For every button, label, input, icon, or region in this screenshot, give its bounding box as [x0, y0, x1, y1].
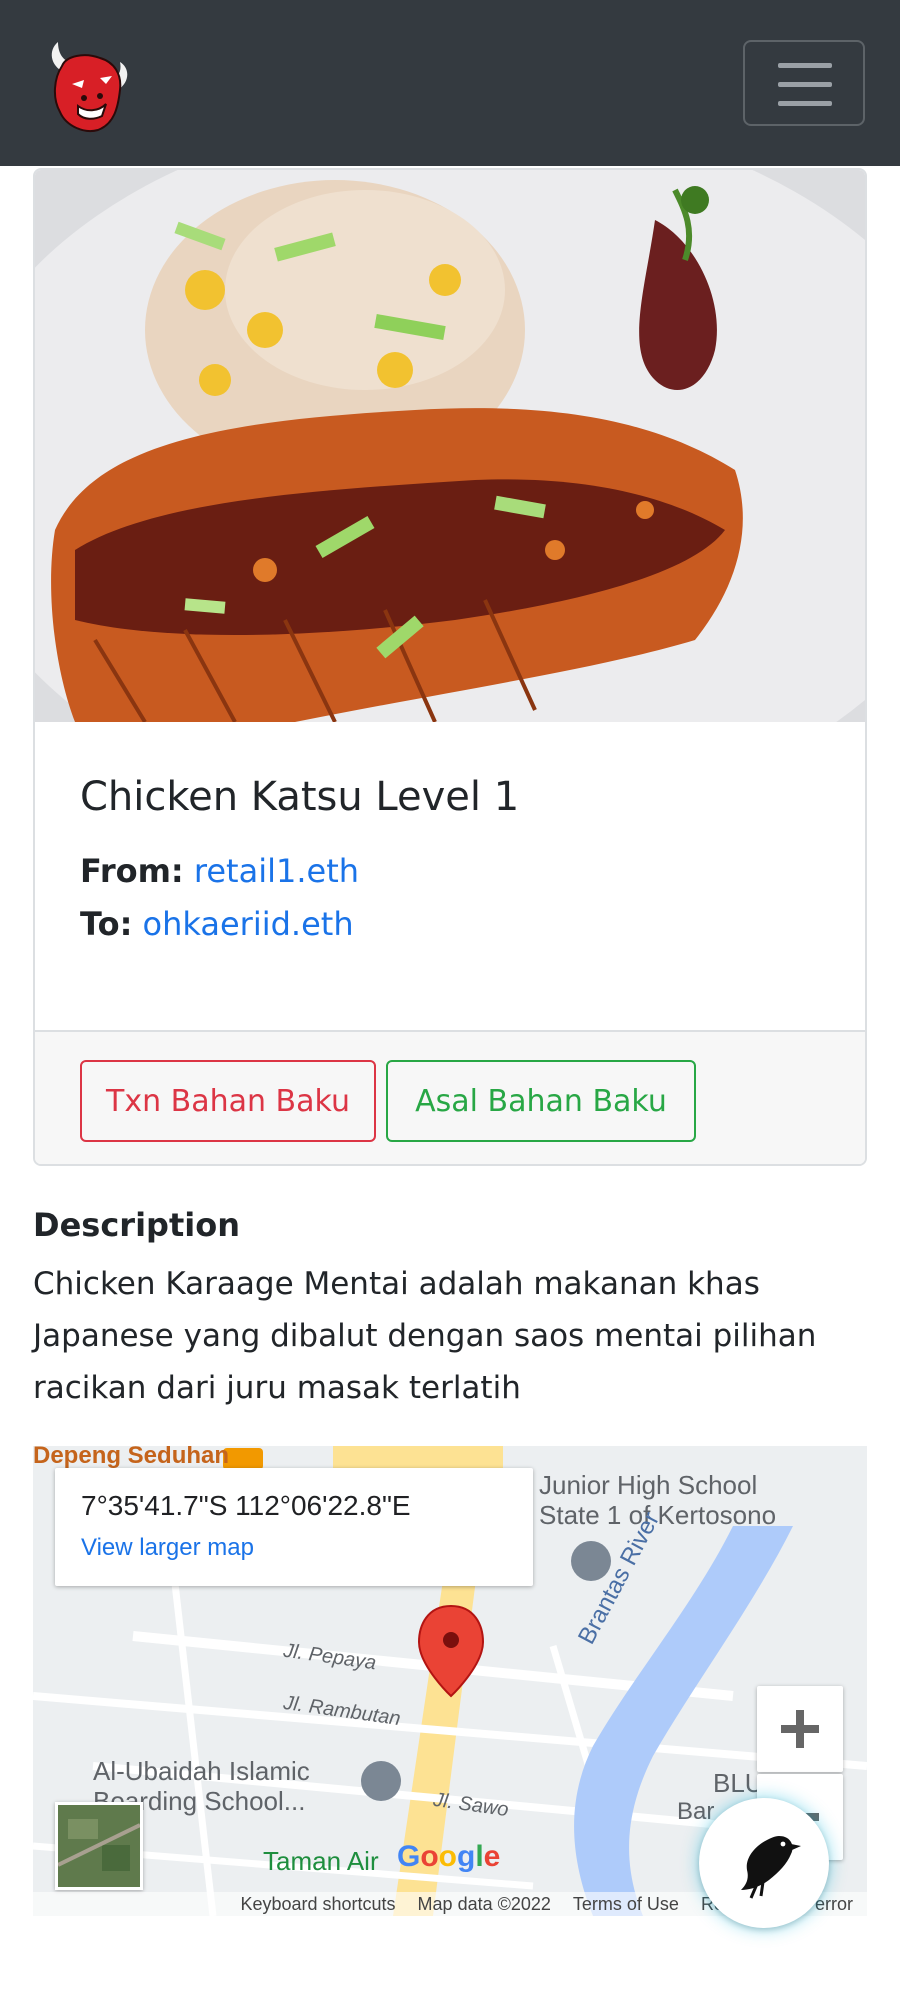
zoom-in-button[interactable] — [757, 1686, 843, 1772]
map-label-taman-air: Taman Air — [263, 1846, 379, 1876]
map-label-blu: BLU — [713, 1768, 764, 1798]
map-data-text: Map data ©2022 — [417, 1893, 551, 1914]
navbar-toggler-button[interactable] — [743, 40, 865, 126]
google-logo: Google — [397, 1840, 501, 1873]
map-label-school: Junior High School State 1 of Kertosono — [539, 1470, 777, 1530]
product-card-body: Chicken Katsu Level 1 From: retail1.eth … — [35, 722, 865, 1030]
to-label: To: — [80, 905, 133, 943]
floating-chat-button[interactable] — [699, 1798, 829, 1928]
satellite-view-toggle[interactable] — [55, 1802, 143, 1890]
from-line: From: retail1.eth — [80, 852, 359, 890]
description-title: Description — [33, 1206, 240, 1244]
to-link[interactable]: ohkaeriid.eth — [143, 905, 354, 943]
product-image — [35, 170, 865, 830]
description-text: Chicken Karaage Mentai adalah makanan kh… — [33, 1266, 817, 1406]
product-title: Chicken Katsu Level 1 — [80, 774, 520, 820]
txn-bahan-baku-button[interactable]: Txn Bahan Baku — [80, 1060, 376, 1142]
bull-logo[interactable] — [44, 32, 134, 136]
plus-icon — [781, 1710, 819, 1748]
bird-icon — [741, 1836, 801, 1899]
map-coordinates: 7°35'41.7"S 112°06'22.8"E — [81, 1490, 411, 1521]
from-label: From: — [80, 852, 184, 890]
from-link[interactable]: retail1.eth — [194, 852, 359, 890]
asal-bahan-baku-button[interactable]: Asal Bahan Baku — [386, 1060, 696, 1142]
map-info-box: 7°35'41.7"S 112°06'22.8"E View larger ma… — [55, 1468, 533, 1586]
terms-of-use-link[interactable]: Terms of Use — [573, 1894, 679, 1915]
to-line: To: ohkaeriid.eth — [80, 905, 354, 943]
navbar — [0, 0, 900, 166]
product-card: Chicken Katsu Level 1 From: retail1.eth … — [33, 168, 867, 1166]
map-label-top-left: Depeng Seduhan — [33, 1446, 230, 1469]
keyboard-shortcuts-link[interactable]: Keyboard shortcuts — [240, 1894, 395, 1915]
product-card-footer: Txn Bahan Baku Asal Bahan Baku — [35, 1030, 865, 1164]
view-larger-map-link[interactable]: View larger map — [81, 1534, 254, 1562]
